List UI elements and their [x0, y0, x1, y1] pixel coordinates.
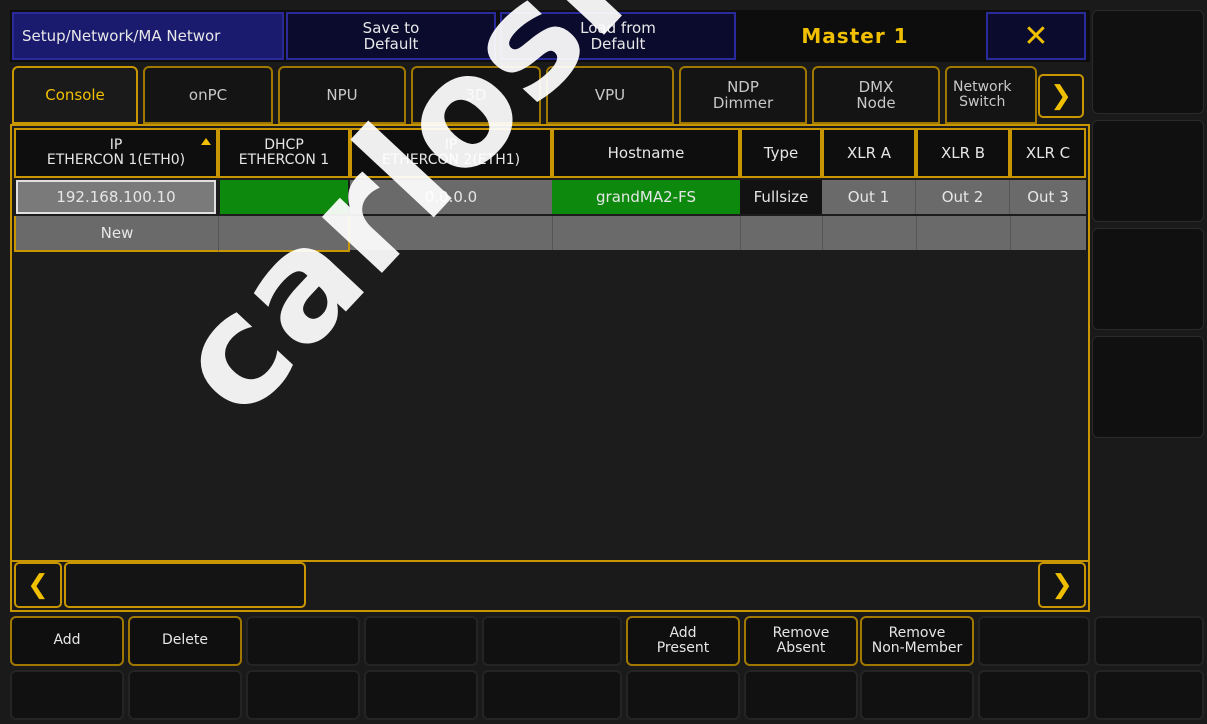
column-header-dhcp[interactable]: DHCP ETHERCON 1: [218, 128, 350, 178]
side-panel-3: [1092, 228, 1204, 330]
tab-network-switch[interactable]: Network Switch: [945, 66, 1037, 124]
column-header-type[interactable]: Type: [740, 128, 822, 178]
delete-button[interactable]: Delete: [128, 616, 242, 666]
add-button[interactable]: Add: [10, 616, 124, 666]
tab-3d[interactable]: 3D: [411, 66, 541, 124]
chevron-right-icon: ❯: [1051, 569, 1073, 600]
side-panel-4: [1092, 336, 1204, 438]
tab-dmx-node[interactable]: DMX Node: [812, 66, 940, 124]
save-to-default-button[interactable]: Save to Default: [286, 12, 496, 60]
remove-non-member-button[interactable]: Remove Non-Member: [860, 616, 974, 666]
tab-npu[interactable]: NPU: [278, 66, 406, 124]
new-row-dividers: [552, 216, 553, 250]
empty-button: [10, 670, 124, 720]
column-header-ip-eth0[interactable]: IP ETHERCON 1(ETH0): [14, 128, 218, 178]
empty-button: [1094, 616, 1204, 666]
empty-button: [978, 670, 1090, 720]
window-title: Setup/Network/MA Networ: [12, 12, 284, 60]
column-header-xlr-b[interactable]: XLR B: [916, 128, 1010, 178]
sort-asc-icon: [201, 138, 211, 145]
tab-ndp-dimmer[interactable]: NDP Dimmer: [679, 66, 807, 124]
side-panel-2: [1092, 120, 1204, 222]
empty-button: [246, 670, 360, 720]
chevron-left-icon: ❮: [27, 569, 49, 600]
chevron-right-icon: ❯: [1050, 80, 1072, 111]
empty-button: [482, 616, 622, 666]
empty-button: [364, 616, 478, 666]
tab-console[interactable]: Console: [12, 66, 138, 124]
empty-button: [626, 670, 740, 720]
new-row-dhcp: [218, 216, 350, 252]
cell-xlr-c[interactable]: Out 3: [1010, 180, 1086, 214]
cell-type[interactable]: Fullsize: [740, 180, 822, 214]
cell-xlr-a[interactable]: Out 1: [822, 180, 916, 214]
divider: [916, 216, 917, 250]
side-panel-1: [1092, 10, 1204, 114]
close-icon[interactable]: ✕: [986, 12, 1086, 60]
new-row-rest: [350, 216, 1086, 250]
divider: [740, 216, 741, 250]
cell-ip-eth0[interactable]: 192.168.100.10: [16, 180, 216, 214]
empty-button: [744, 670, 858, 720]
add-present-button[interactable]: Add Present: [626, 616, 740, 666]
empty-button: [978, 616, 1090, 666]
divider: [822, 216, 823, 250]
empty-button: [246, 616, 360, 666]
new-row-button[interactable]: New: [14, 216, 218, 252]
master-label: Master 1: [801, 24, 909, 48]
empty-button: [860, 670, 974, 720]
empty-button: [482, 670, 622, 720]
tab-onpc[interactable]: onPC: [143, 66, 273, 124]
empty-button: [128, 670, 242, 720]
tab-vpu[interactable]: VPU: [546, 66, 674, 124]
column-header-xlr-a[interactable]: XLR A: [822, 128, 916, 178]
cell-ip-eth1[interactable]: 0.0.0.0: [350, 180, 552, 214]
empty-button: [1094, 670, 1204, 720]
column-header-ip-eth1[interactable]: IP ETHERCON 2(ETH1): [350, 128, 552, 178]
tabs-next-button[interactable]: ❯: [1038, 74, 1084, 118]
column-header-hostname[interactable]: Hostname: [552, 128, 740, 178]
cell-dhcp[interactable]: [220, 180, 348, 214]
scroll-thumb[interactable]: [64, 562, 306, 608]
load-from-default-button[interactable]: Load from Default: [500, 12, 736, 60]
divider: [1010, 216, 1011, 250]
cell-xlr-b[interactable]: Out 2: [916, 180, 1010, 214]
remove-absent-button[interactable]: Remove Absent: [744, 616, 858, 666]
cell-hostname[interactable]: grandMA2-FS: [552, 180, 740, 214]
column-header-xlr-c[interactable]: XLR C: [1010, 128, 1086, 178]
scroll-left-button[interactable]: ❮: [14, 562, 62, 608]
empty-button: [364, 670, 478, 720]
scroll-right-button[interactable]: ❯: [1038, 562, 1086, 608]
